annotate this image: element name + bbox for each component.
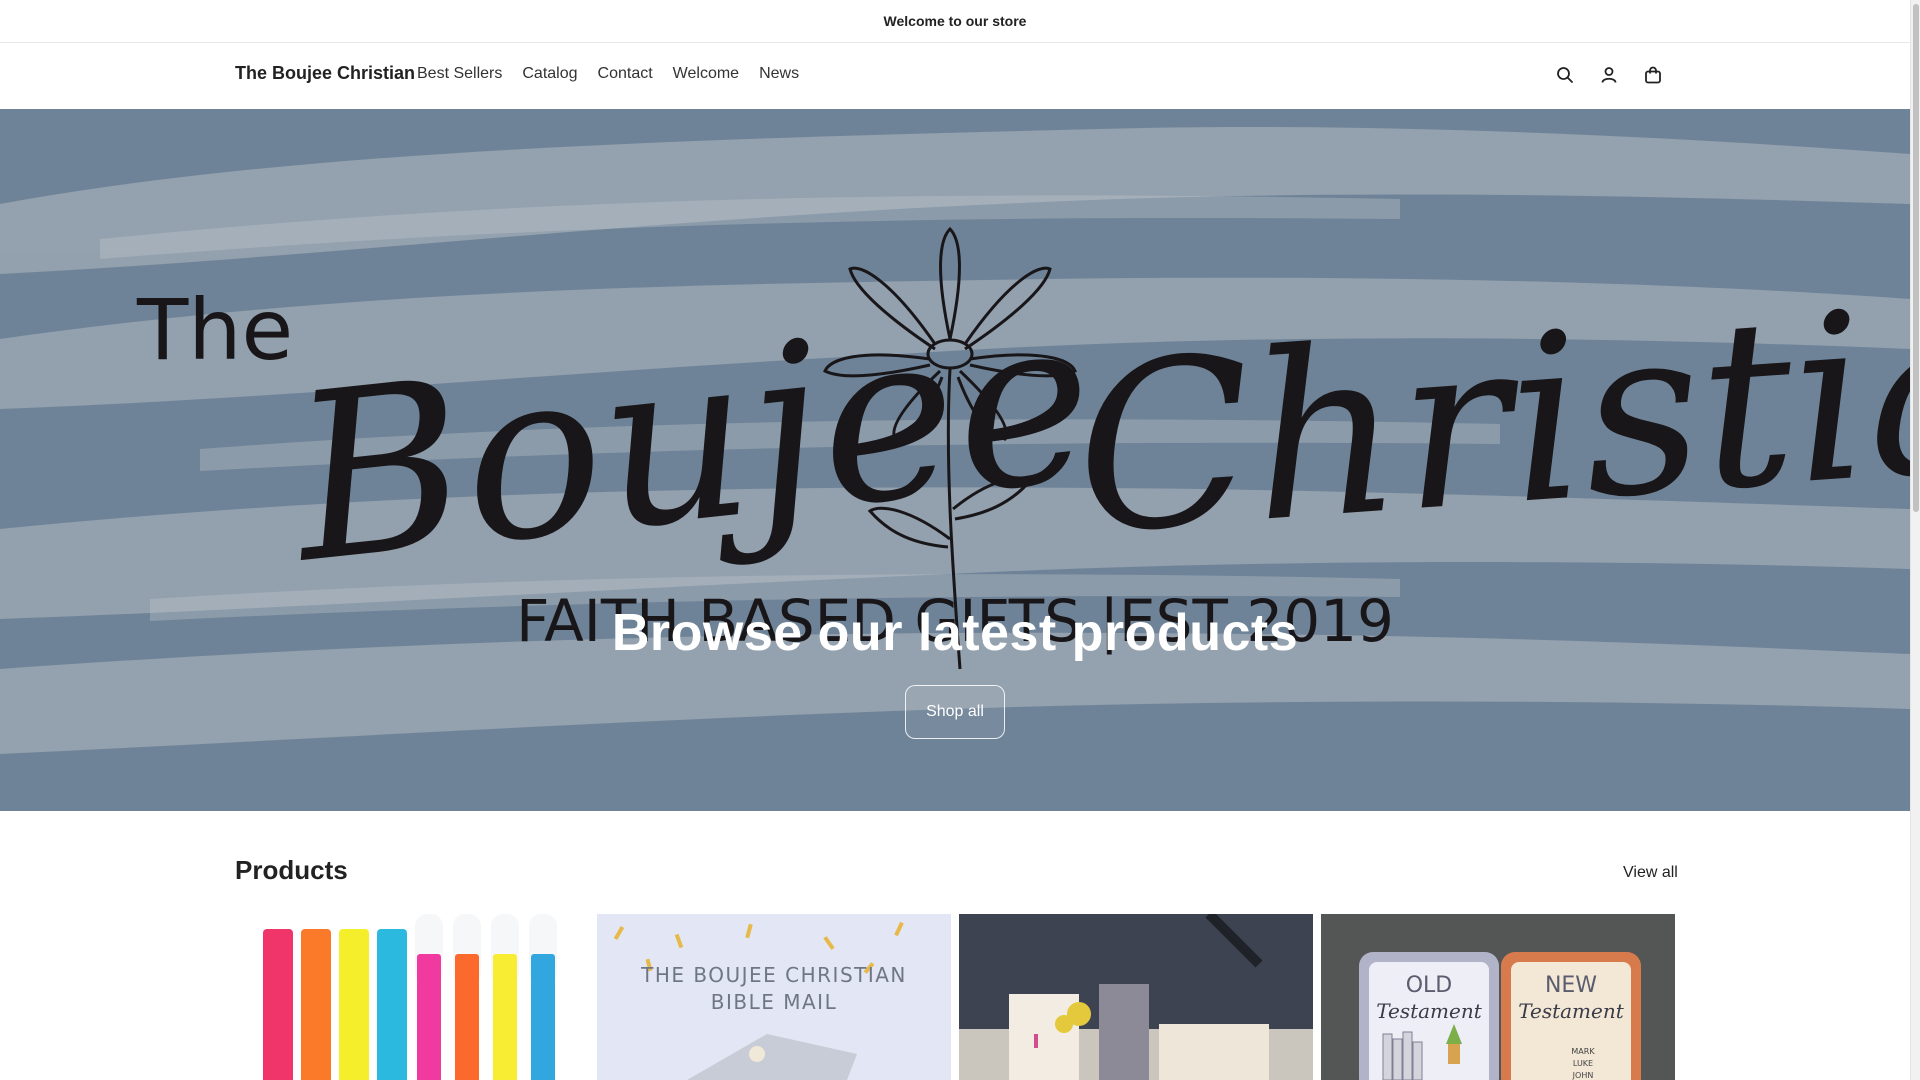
testament-book-1: MARK [1571,1047,1595,1056]
site-header: The Boujee Christian Best Sellers Catalo… [0,43,1910,109]
nav-item-catalog[interactable]: Catalog [522,65,577,83]
scrollbar-thumb[interactable] [1913,4,1919,512]
testament-book-2: LUKE [1573,1059,1593,1068]
testament-book-3: JOHN [1572,1071,1594,1080]
cart-icon[interactable] [1641,63,1665,87]
testament-new: NEW [1545,973,1597,998]
search-icon[interactable] [1553,63,1577,87]
brand-logo[interactable]: The Boujee Christian [235,63,415,84]
bible-mail-line2: BIBLE MAIL [711,990,837,1014]
product-card-testament[interactable]: OLD Testament NEW Testament MARK LUKE JO… [1321,914,1675,1080]
product-card-bible-mail[interactable]: THE BOUJEE CHRISTIAN BIBLE MAIL [597,914,951,1080]
header-icons [1553,63,1665,87]
hero-banner: The Boujee Christian FAITH BASED GIFTS |… [0,109,1910,811]
nav-item-best-sellers[interactable]: Best Sellers [417,65,502,83]
product-grid: THE BOUJEE CHRISTIAN BIBLE MAIL OLD Test… [235,914,1675,1080]
bible-mail-line1: THE BOUJEE CHRISTIAN [640,963,907,987]
product-image-highlighters [235,914,589,1080]
product-image-journal [959,914,1313,1080]
nav-item-news[interactable]: News [759,65,799,83]
product-card-journal[interactable] [959,914,1313,1080]
testament-old: OLD [1406,973,1453,998]
testament-old-word: Testament [1376,999,1483,1023]
hero-heading: Browse our latest products [611,604,1299,662]
announcement-text: Welcome to our store [883,13,1027,29]
announcement-bar: Welcome to our store [0,0,1910,43]
product-image-bible-mail: THE BOUJEE CHRISTIAN BIBLE MAIL [597,914,951,1080]
nav-item-welcome[interactable]: Welcome [673,65,739,83]
page-scrollbar[interactable] [1910,0,1920,1080]
product-image-testament: OLD Testament NEW Testament MARK LUKE JO… [1321,914,1675,1080]
view-all-link[interactable]: View all [1623,864,1678,882]
products-heading: Products [235,855,348,885]
shop-all-button[interactable]: Shop all [905,685,1005,739]
account-icon[interactable] [1597,63,1621,87]
testament-new-word: Testament [1518,999,1625,1023]
nav-item-contact[interactable]: Contact [598,65,653,83]
main-nav: Best Sellers Catalog Contact Welcome New… [417,65,799,83]
product-card-highlighters[interactable] [235,914,589,1080]
